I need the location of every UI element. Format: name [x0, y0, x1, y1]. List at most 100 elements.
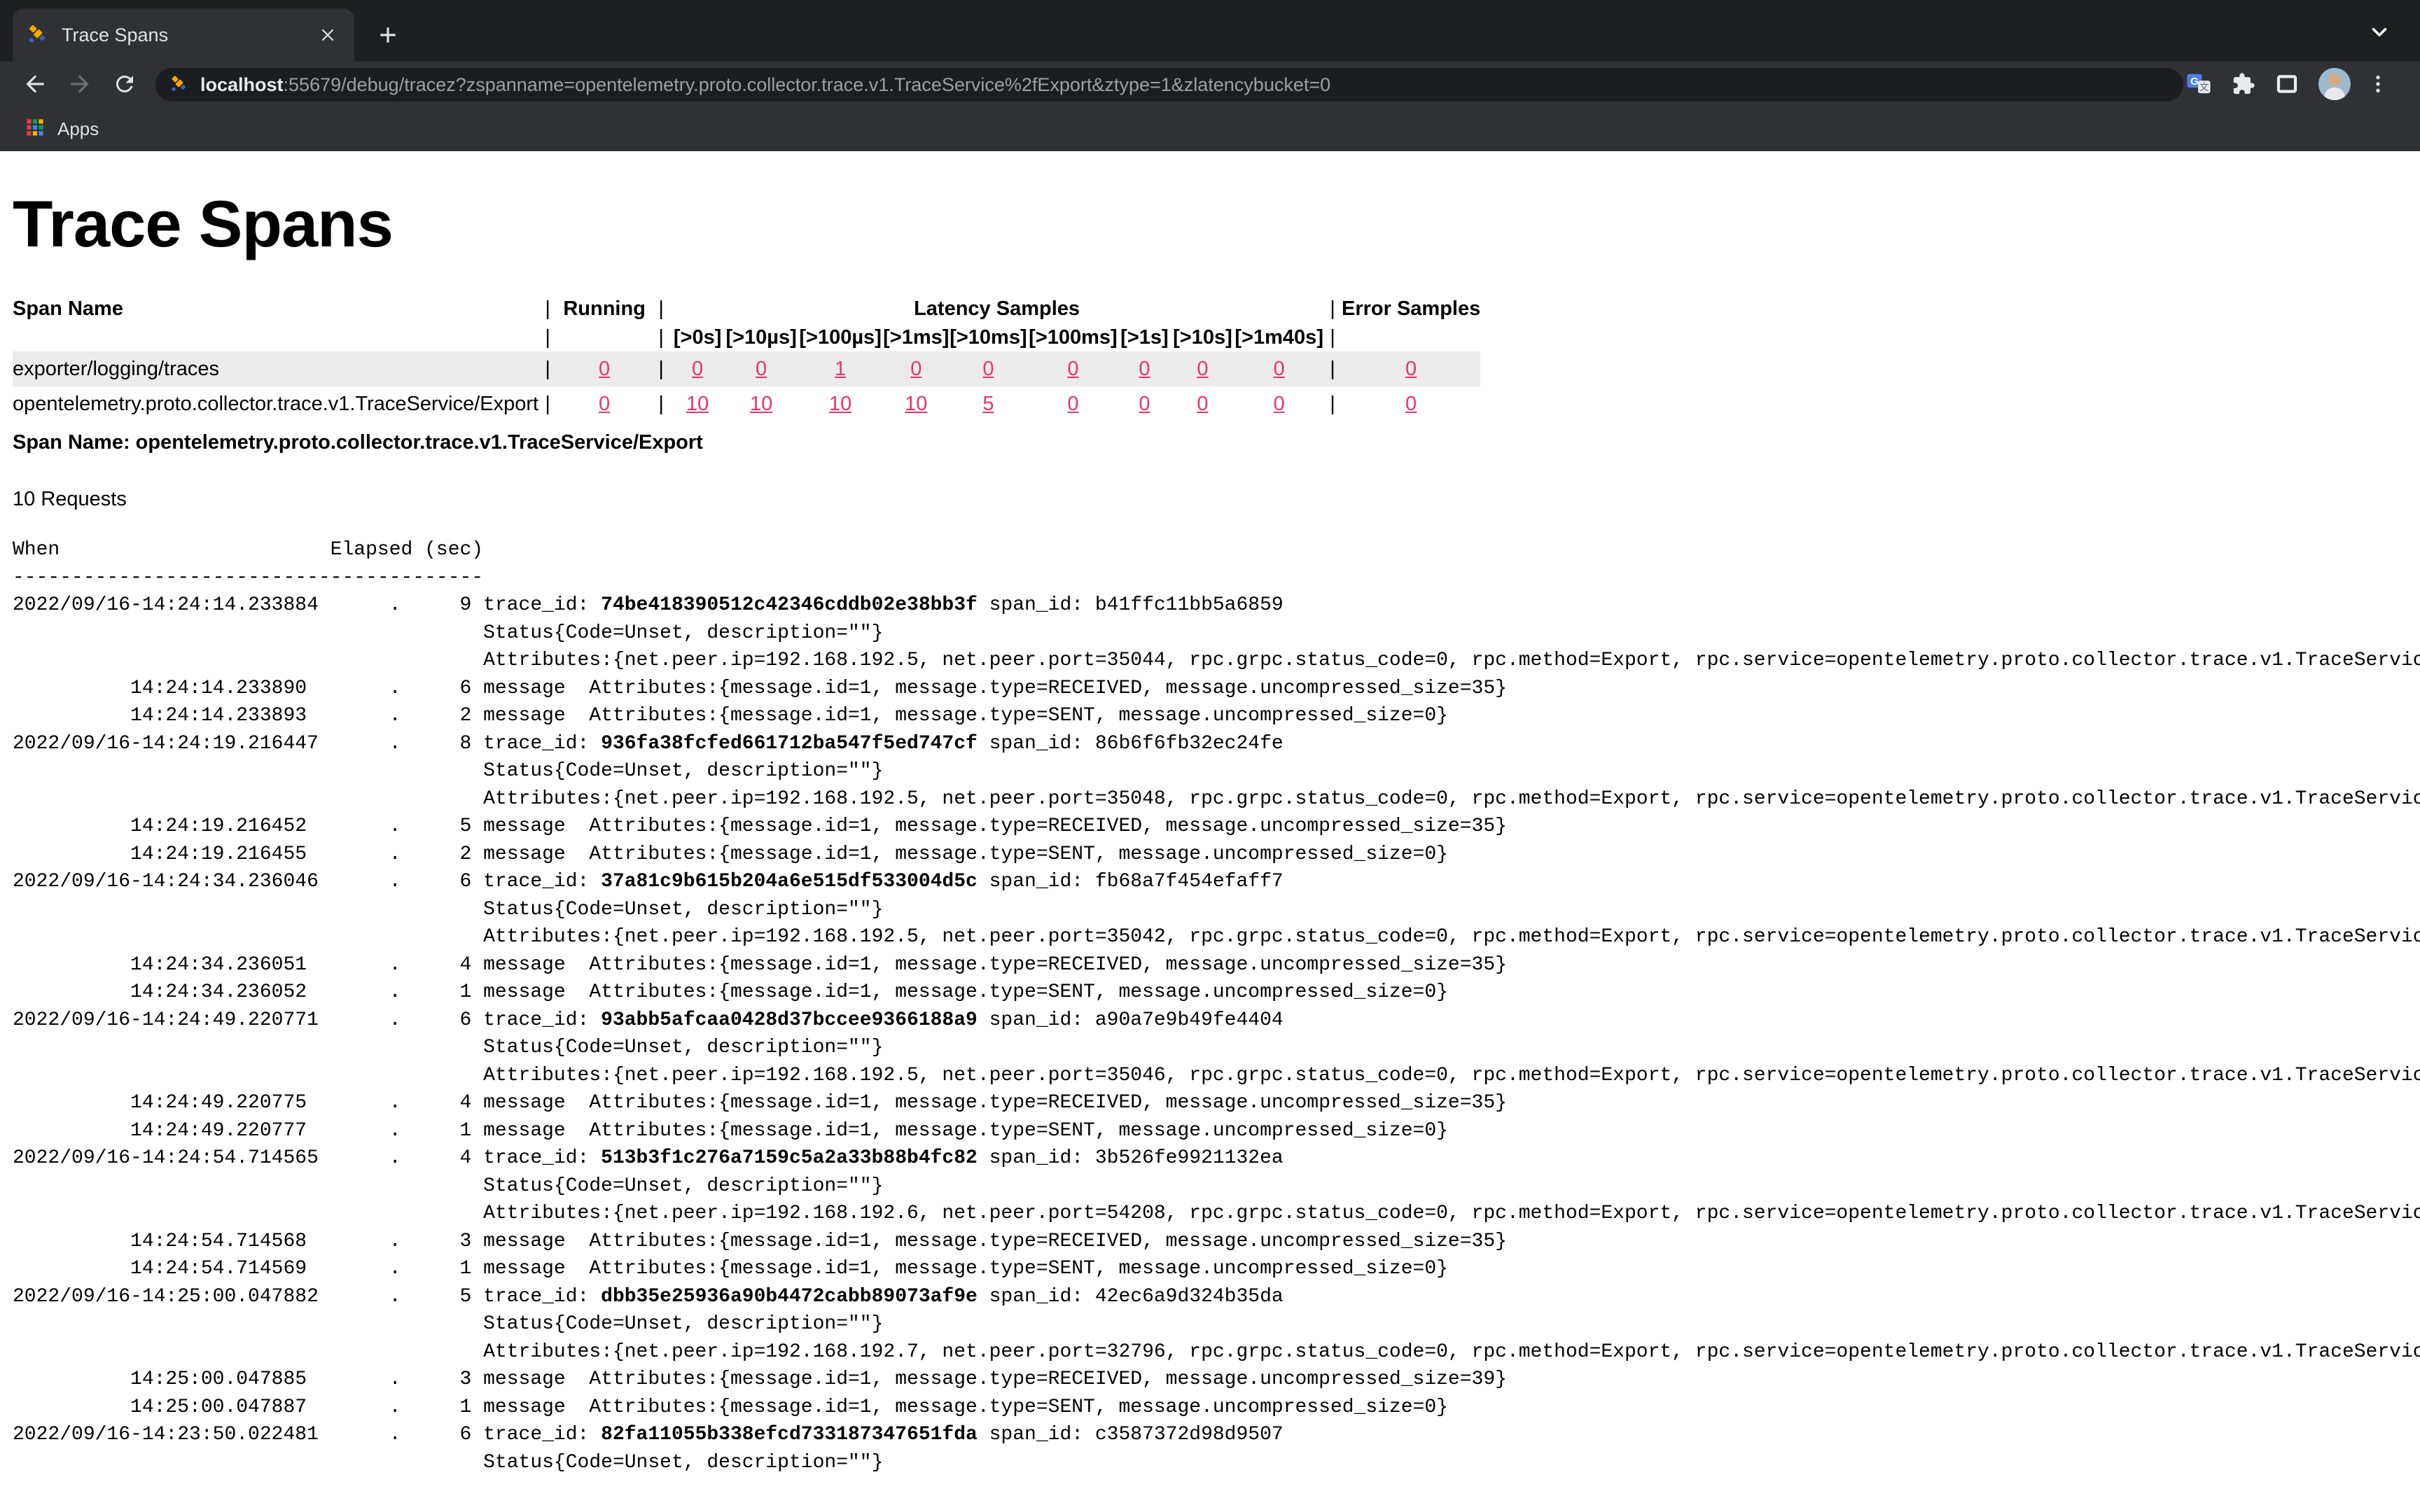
running-count: 0 — [557, 386, 652, 421]
bucket-count-1: 0 — [725, 351, 798, 386]
request-event-line: 14:24:34.236051 . 4 message Attributes:{… — [13, 951, 2420, 979]
col-latency-samples: Latency Samples — [670, 294, 1323, 323]
bucket-count-8: 0 — [1235, 351, 1323, 386]
separator: | — [538, 323, 557, 351]
forward-button[interactable] — [62, 66, 98, 102]
request-event-line: 14:24:14.233890 . 6 message Attributes:{… — [13, 675, 2420, 703]
request-when-line: 2022/09/16-14:24:34.236046 . 6 trace_id:… — [13, 868, 2420, 896]
bucket-count-8-link[interactable]: 0 — [1274, 358, 1285, 380]
request-status-line: Status{Code=Unset, description=""} — [13, 1449, 2420, 1477]
request-event-line: 14:24:49.220777 . 1 message Attributes:{… — [13, 1117, 2420, 1145]
separator: | — [652, 323, 670, 351]
tab-close-icon[interactable] — [315, 22, 340, 48]
separator: | — [538, 386, 557, 421]
request-when-line: 2022/09/16-14:24:49.220771 . 6 trace_id:… — [13, 1007, 2420, 1035]
browser-window: Trace Spans — [0, 0, 2420, 1512]
bucket-count-5: 0 — [1027, 351, 1118, 386]
running-count-link[interactable]: 0 — [599, 358, 610, 380]
browser-toolbar: localhost:55679/debug/tracez?zspanname=o… — [0, 62, 2420, 106]
bucket-count-0-link[interactable]: 10 — [686, 393, 709, 415]
request-status-line: Status{Code=Unset, description=""} — [13, 757, 2420, 785]
extensions-puzzle-icon[interactable] — [2225, 66, 2262, 102]
bucket-label-4: [>10ms] — [949, 323, 1027, 351]
request-attributes-line: Attributes:{net.peer.ip=192.168.192.5, n… — [13, 785, 2420, 813]
tab-strip: Trace Spans — [0, 0, 2420, 62]
bucket-label-0: [>0s] — [670, 323, 725, 351]
back-button[interactable] — [17, 66, 53, 102]
translate-icon[interactable]: G 文 — [2181, 66, 2217, 102]
new-tab-button[interactable] — [371, 18, 405, 52]
bucket-count-6: 0 — [1118, 386, 1170, 421]
bookmark-bar: Apps — [0, 106, 2420, 151]
bucket-count-3-link[interactable]: 0 — [910, 358, 922, 380]
request-status-line: Status{Code=Unset, description=""} — [13, 1034, 2420, 1062]
span-summary-table: Span Name | Running | Latency Samples | … — [13, 294, 1480, 421]
bucket-count-7-link[interactable]: 0 — [1197, 393, 1208, 415]
running-count-link[interactable]: 0 — [599, 393, 610, 415]
error-count-link[interactable]: 0 — [1405, 358, 1417, 380]
selected-span-name: Span Name: opentelemetry.proto.collector… — [13, 431, 2420, 454]
request-event-line: 14:24:54.714569 . 1 message Attributes:{… — [13, 1255, 2420, 1283]
bucket-count-3-link[interactable]: 10 — [905, 393, 927, 415]
bucket-label-5: [>100ms] — [1027, 323, 1118, 351]
bucket-count-4-link[interactable]: 0 — [982, 358, 994, 380]
bucket-count-6-link[interactable]: 0 — [1139, 393, 1150, 415]
request-event-line: 14:24:19.216455 . 2 message Attributes:{… — [13, 841, 2420, 869]
bucket-label-2: [>100µs] — [798, 323, 883, 351]
col-error-samples: Error Samples — [1342, 294, 1480, 323]
request-attributes-line: Attributes:{net.peer.ip=192.168.192.5, n… — [13, 923, 2420, 951]
url-path: :55679/debug/tracez?zspanname=openteleme… — [284, 74, 1331, 95]
span-name: opentelemetry.proto.collector.trace.v1.T… — [13, 386, 538, 421]
request-status-line: Status{Code=Unset, description=""} — [13, 1172, 2420, 1200]
request-status-line: Status{Code=Unset, description=""} — [13, 1310, 2420, 1338]
bucket-count-1: 10 — [725, 386, 798, 421]
error-count-link[interactable]: 0 — [1405, 393, 1417, 415]
bucket-count-6-link[interactable]: 0 — [1139, 358, 1150, 380]
request-log: When Elapsed (sec)----------------------… — [13, 536, 2420, 1476]
empty-cell — [1342, 323, 1480, 351]
bucket-count-2-link[interactable]: 1 — [835, 358, 846, 380]
bucket-count-8-link[interactable]: 0 — [1274, 393, 1285, 415]
url-text[interactable]: localhost:55679/debug/tracez?zspanname=o… — [200, 74, 1330, 96]
browser-tab[interactable]: Trace Spans — [13, 8, 354, 62]
separator: | — [652, 351, 670, 386]
bucket-count-1-link[interactable]: 10 — [750, 393, 772, 415]
bookmark-apps[interactable]: Apps — [57, 118, 99, 140]
side-panel-icon[interactable] — [2269, 66, 2305, 102]
avatar[interactable] — [2316, 66, 2353, 102]
request-event-line: 14:24:49.220775 . 4 message Attributes:{… — [13, 1089, 2420, 1117]
bucket-label-8: [>1m40s] — [1235, 323, 1323, 351]
separator: | — [1323, 351, 1342, 386]
bucket-count-2-link[interactable]: 10 — [829, 393, 851, 415]
log-divider: ---------------------------------------- — [13, 564, 2420, 592]
request-event-line: 14:24:34.236052 . 1 message Attributes:{… — [13, 979, 2420, 1007]
bucket-count-1-link[interactable]: 0 — [756, 358, 767, 380]
summary-header-row: Span Name | Running | Latency Samples | … — [13, 294, 1480, 323]
tab-search-chevron-icon[interactable] — [2364, 17, 2395, 48]
bucket-count-7-link[interactable]: 0 — [1197, 358, 1208, 380]
bucket-count-5-link[interactable]: 0 — [1067, 358, 1078, 380]
url-host: localhost — [200, 74, 284, 95]
trace-id: 513b3f1c276a7159c5a2a33b88b4fc82 — [601, 1147, 978, 1169]
svg-text:G: G — [2190, 76, 2199, 88]
request-when-line: 2022/09/16-14:24:14.233884 . 9 trace_id:… — [13, 592, 2420, 620]
apps-grid-icon[interactable] — [25, 118, 45, 141]
bucket-count-8: 0 — [1235, 386, 1323, 421]
bucket-count-4-link[interactable]: 5 — [982, 393, 994, 415]
browser-menu-kebab-icon[interactable] — [2360, 66, 2396, 102]
bucket-count-0: 0 — [670, 351, 725, 386]
bucket-count-5-link[interactable]: 0 — [1067, 393, 1078, 415]
url-bar[interactable]: localhost:55679/debug/tracez?zspanname=o… — [155, 68, 2183, 102]
svg-text:文: 文 — [2199, 82, 2209, 92]
bucket-count-0-link[interactable]: 0 — [692, 358, 703, 380]
separator: | — [1323, 386, 1342, 421]
error-count: 0 — [1342, 386, 1480, 421]
latency-bucket-header-row: ||[>0s][>10µs][>100µs][>1ms][>10ms][>100… — [13, 323, 1480, 351]
span-row: opentelemetry.proto.collector.trace.v1.T… — [13, 386, 1480, 421]
bucket-count-6: 0 — [1118, 351, 1170, 386]
error-count: 0 — [1342, 351, 1480, 386]
reload-button[interactable] — [106, 66, 143, 102]
request-when-line: 2022/09/16-14:24:19.216447 . 8 trace_id:… — [13, 730, 2420, 758]
request-when-line: 2022/09/16-14:24:54.714565 . 4 trace_id:… — [13, 1144, 2420, 1172]
request-status-line: Status{Code=Unset, description=""} — [13, 896, 2420, 924]
